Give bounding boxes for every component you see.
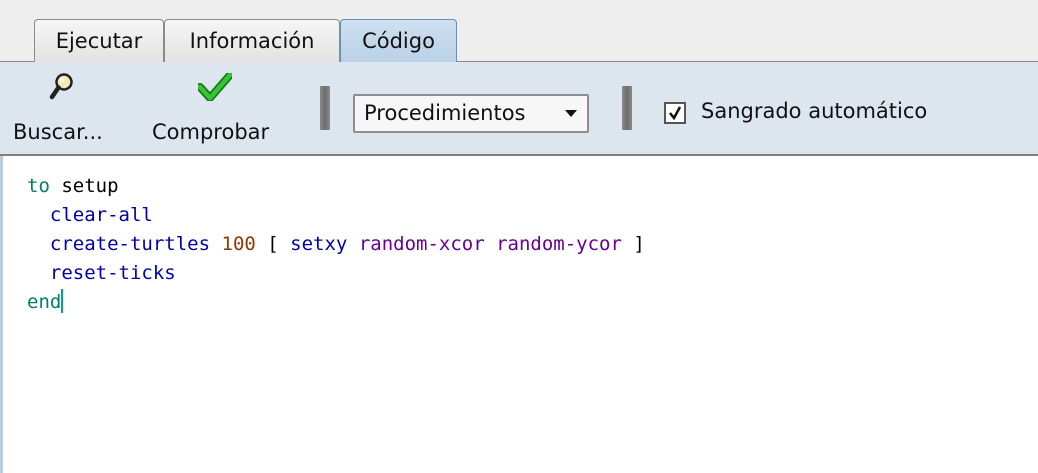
toolbar-separator <box>320 86 330 130</box>
number-token: 100 <box>221 233 256 255</box>
code-toolbar: Buscar... Comprobar Procedimientos Sangr… <box>0 62 1038 156</box>
command-token: reset-ticks <box>49 262 176 284</box>
check-button[interactable]: Comprobar <box>146 62 292 154</box>
procedures-dropdown-label: Procedimientos <box>364 101 526 125</box>
toolbar-separator <box>622 86 632 130</box>
find-button[interactable]: Buscar... <box>8 62 130 154</box>
tab-codigo[interactable]: Código <box>340 19 457 63</box>
auto-indent-label[interactable]: Sangrado automático <box>701 99 927 123</box>
auto-indent-checkbox[interactable] <box>664 102 686 124</box>
code-text[interactable]: to setup clear-all create-turtles 100 [ … <box>27 172 645 317</box>
code-line: end <box>27 288 645 317</box>
find-label: Buscar... <box>13 120 103 144</box>
procedures-dropdown[interactable]: Procedimientos <box>353 94 589 133</box>
text-caret <box>61 289 64 313</box>
magnifier-icon <box>49 72 75 106</box>
check-label: Comprobar <box>152 120 270 144</box>
reporter-token: random-ycor <box>496 233 622 255</box>
bracket-open: [ <box>255 233 291 255</box>
bracket-close: ] <box>621 233 645 255</box>
tab-informacion[interactable]: Información <box>164 19 340 62</box>
green-checkmark-icon <box>196 71 234 105</box>
keyword-end: end <box>27 291 62 313</box>
command-token: clear-all <box>49 204 153 226</box>
code-line: clear-all <box>27 201 645 230</box>
code-line: create-turtles 100 [ setxy random-xcor r… <box>27 230 645 259</box>
command-token: create-turtles <box>49 233 211 255</box>
code-line: to setup <box>27 172 645 201</box>
keyword-to: to <box>27 175 50 197</box>
dropdown-caret-icon <box>565 110 577 117</box>
tab-ejecutar[interactable]: Ejecutar <box>34 19 164 62</box>
tab-strip: Ejecutar Información Código <box>0 0 1038 63</box>
reporter-token: random-xcor <box>358 233 485 255</box>
procedure-name: setup <box>49 175 119 197</box>
command-token: setxy <box>290 233 348 255</box>
code-editor[interactable]: to setup clear-all create-turtles 100 [ … <box>0 156 1038 473</box>
checkmark-icon <box>669 106 682 121</box>
code-line: reset-ticks <box>27 259 645 288</box>
